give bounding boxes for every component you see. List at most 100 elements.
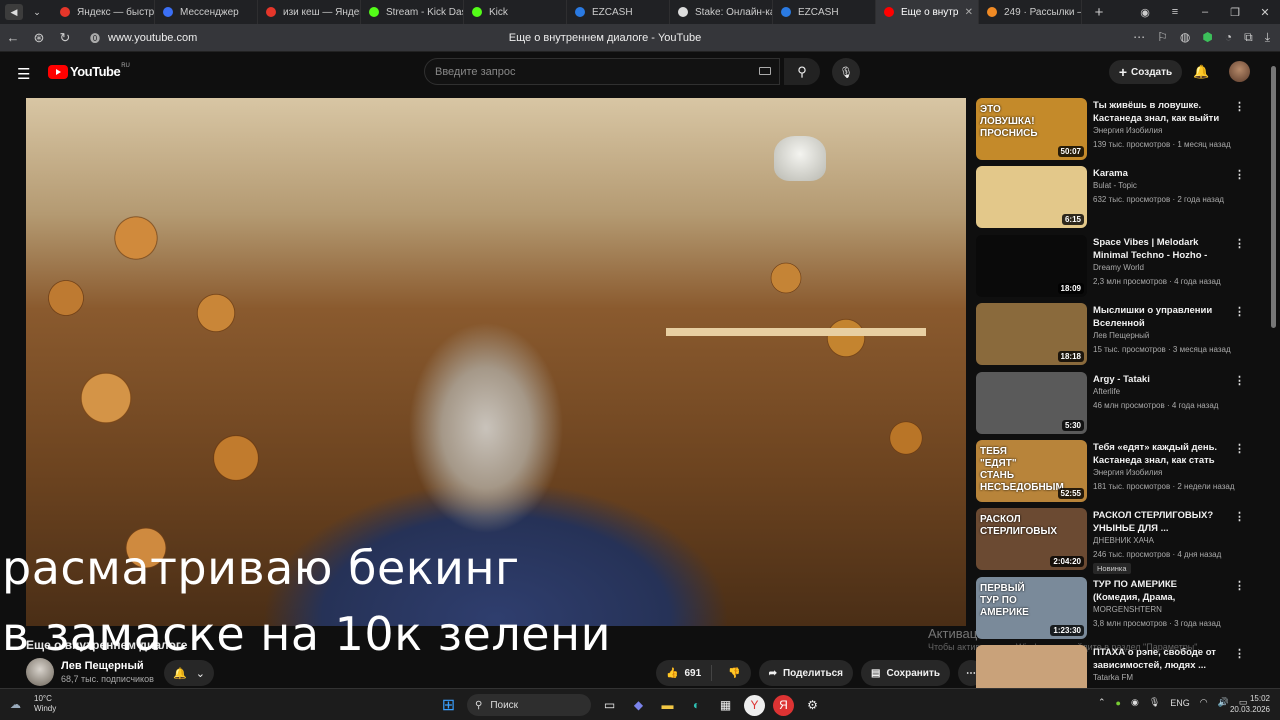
related-channel[interactable]: Dreamy World (1093, 263, 1144, 272)
tab-list-chevron-icon[interactable]: ⌄ (28, 4, 46, 20)
channel-name[interactable]: Лев Пещерный (61, 660, 154, 672)
create-button[interactable]: + Создать (1109, 60, 1182, 84)
more-options-icon[interactable]: ⋮ (1234, 237, 1245, 250)
site-info-icon[interactable]: ⓿ (90, 30, 100, 45)
related-title[interactable]: ПТАХА о рэпе, свободе от зависимостей, л… (1093, 646, 1225, 672)
related-title[interactable]: Ты живёшь в ловушке. Кастанеда знал, как… (1093, 99, 1225, 125)
wifi-icon[interactable]: ◠ (1200, 697, 1208, 708)
browser-tab[interactable]: Stake: Онлайн-ка (670, 0, 773, 24)
like-button[interactable]: 👍 691 (656, 665, 713, 681)
related-title[interactable]: Karama (1093, 167, 1225, 180)
yandex-protect-icon[interactable]: ⊛ (26, 30, 52, 46)
related-video-item[interactable]: 18:09 Space Vibes | Melodark Minimal Tech… (976, 234, 1246, 303)
browser-tab[interactable]: Еще о внутр ✕ (876, 0, 979, 24)
related-thumbnail[interactable]: РАСКОЛ СТЕРЛИГОВЫХ 2:04:20 (976, 508, 1087, 571)
related-thumbnail[interactable]: ПЕРВЫЙ ТУР ПО АМЕРИКЕ 1:23:30 (976, 576, 1087, 639)
related-video-item[interactable]: 18:18 Мыслишки о управлении Вселенной Лев … (976, 303, 1246, 371)
more-options-icon[interactable]: ⋮ (1234, 442, 1245, 455)
store-icon[interactable]: ▦ (715, 695, 736, 716)
search-input[interactable]: Введите запрос (424, 58, 780, 85)
browser-tab[interactable]: EZCASH (773, 0, 876, 24)
yandex-icon[interactable]: Я (773, 694, 794, 716)
related-title[interactable]: Argy - Tataki (1093, 373, 1225, 386)
related-channel[interactable]: Bulat - Topic (1093, 181, 1137, 190)
related-title[interactable]: ТУР ПО АМЕРИКЕ (Комедия, Драма, Приключе… (1093, 578, 1225, 604)
page-scrollbar[interactable] (1271, 66, 1276, 328)
restore-button[interactable]: ❐ (1220, 6, 1250, 19)
related-thumbnail[interactable]: 6:15 (976, 166, 1087, 229)
related-video-item[interactable]: ПЕРВЫЙ ТУР ПО АМЕРИКЕ 1:23:30 ТУР ПО АМЕРИ… (976, 576, 1246, 645)
browser-tab[interactable]: изи кеш — Яндекс (258, 0, 361, 24)
related-thumbnail[interactable]: ТЕБЯ "ЕДЯТ" СТАНЬ НЕСЪЕДОБНЫМ 52:55 (976, 439, 1087, 502)
related-thumbnail[interactable]: ЭТО ЛОВУШКА! ПРОСНИСЬ 50:07 (976, 98, 1087, 160)
browser-tab[interactable]: 249 · Рассылки — (979, 0, 1082, 24)
microphone-tray-icon[interactable]: 🎙 (1149, 697, 1160, 708)
keyboard-icon[interactable] (759, 67, 771, 75)
teams-icon[interactable]: ◆ (628, 695, 649, 716)
minimize-button[interactable]: – (1190, 6, 1220, 18)
tray-chevron-up-icon[interactable]: ⌃ (1098, 697, 1106, 708)
more-dots-icon[interactable]: ⋯ (1133, 30, 1145, 45)
related-title[interactable]: РАСКОЛ СТЕРЛИГОВЫХ? УНЫНЬЕ ДЛЯ ... (1093, 509, 1225, 535)
reload-button[interactable]: ↻ (52, 30, 78, 46)
url-field[interactable]: ⓿ www.youtube.com (90, 30, 197, 46)
browser-tab[interactable]: Kick (464, 0, 567, 24)
related-video-item[interactable]: 5:30 Argy - Tataki Afterlife 46 млн просмот… (976, 371, 1246, 440)
voice-search-button[interactable]: 🎙 (832, 58, 860, 86)
related-video-item[interactable]: ТЕБЯ "ЕДЯТ" СТАНЬ НЕСЪЕДОБНЫМ 52:55 Тебя «… (976, 439, 1246, 508)
language-indicator[interactable]: ENG (1170, 698, 1190, 708)
edge-icon[interactable]: ◐ (686, 695, 707, 716)
new-tab-button[interactable]: + (1090, 4, 1108, 21)
related-channel[interactable]: Энергия Изобилия (1093, 468, 1162, 477)
close-window-button[interactable]: ✕ (1250, 6, 1280, 19)
extension-icon[interactable]: ◔ (1225, 30, 1232, 45)
search-button[interactable]: ⚲ (784, 58, 820, 85)
file-explorer-icon[interactable]: ▬ (657, 695, 678, 716)
weather-widget[interactable]: ☁ 10°C Windy (10, 694, 56, 714)
task-view-icon[interactable]: ▭ (599, 695, 620, 716)
account-icon[interactable]: ◉ (1130, 6, 1160, 19)
related-channel[interactable]: ДНЕВНИК ХАЧА (1093, 536, 1154, 545)
related-channel[interactable]: Tatarka FM (1093, 673, 1133, 682)
settings-gear-icon[interactable]: ⚙ (802, 695, 823, 716)
yandex-browser-icon[interactable]: Y (744, 694, 765, 716)
more-options-icon[interactable]: ⋮ (1234, 100, 1245, 113)
related-channel[interactable]: MORGENSHTERN (1093, 605, 1162, 614)
notifications-bell-icon[interactable]: 🔔 (1193, 64, 1209, 80)
collections-icon[interactable]: ⧉ (1244, 30, 1253, 45)
related-thumbnail[interactable]: 18:18 (976, 303, 1087, 366)
related-title[interactable]: Space Vibes | Melodark Minimal Techno - … (1093, 236, 1225, 262)
back-button[interactable]: ← (0, 30, 26, 45)
browser-tab[interactable]: Мессенджер (155, 0, 258, 24)
start-windows-icon[interactable]: ⊞ (438, 695, 459, 716)
menu-lines-icon[interactable]: ≡ (1160, 6, 1190, 18)
related-title[interactable]: Тебя «едят» каждый день. Кастанеда знал,… (1093, 441, 1225, 467)
share-button[interactable]: ➦ Поделиться (758, 660, 853, 686)
more-options-icon[interactable]: ⋮ (1234, 374, 1245, 387)
more-options-icon[interactable]: ⋮ (1234, 579, 1245, 592)
related-video-item[interactable]: РАСКОЛ СТЕРЛИГОВЫХ 2:04:20 РАСКОЛ СТЕРЛИГО… (976, 508, 1246, 576)
save-button[interactable]: ▤ Сохранить (861, 660, 950, 686)
hamburger-menu-icon[interactable]: ☰ (17, 65, 30, 83)
user-avatar[interactable] (1229, 61, 1250, 82)
more-options-icon[interactable]: ⋮ (1234, 168, 1245, 181)
tray-app2-icon[interactable]: ◉ (1131, 697, 1139, 708)
related-channel[interactable]: Лев Пещерный (1093, 331, 1149, 340)
subscription-bell-button[interactable]: 🔔 ⌄ (164, 660, 214, 686)
related-thumbnail[interactable]: 18:09 (976, 234, 1087, 297)
download-icon[interactable]: ⤓ (1265, 30, 1270, 45)
tray-app-icon[interactable]: ● (1116, 698, 1121, 708)
related-thumbnail[interactable]: 5:30 (976, 371, 1087, 434)
more-options-icon[interactable]: ⋮ (1234, 510, 1245, 523)
browser-tab[interactable]: EZCASH (567, 0, 670, 24)
channel-avatar[interactable] (26, 658, 54, 686)
browser-tab[interactable]: Stream - Kick Dash (361, 0, 464, 24)
related-video-item[interactable]: ЭТО ЛОВУШКА! ПРОСНИСЬ 50:07 Ты живёшь в ло… (976, 98, 1246, 166)
taskbar-clock[interactable]: 15:02 20.03.2026 (1224, 693, 1270, 715)
related-title[interactable]: Мыслишки о управлении Вселенной (1093, 304, 1225, 330)
youtube-logo[interactable]: YouTube RU (48, 63, 130, 79)
more-options-icon[interactable]: ⋮ (1234, 305, 1245, 318)
taskbar-search-box[interactable]: ⚲ Поиск (467, 694, 591, 716)
related-video-item[interactable]: 6:15 Karama Bulat - Topic 632 тыс. просмотр… (976, 166, 1246, 234)
vpn-icon[interactable]: ◍ (1180, 30, 1190, 45)
